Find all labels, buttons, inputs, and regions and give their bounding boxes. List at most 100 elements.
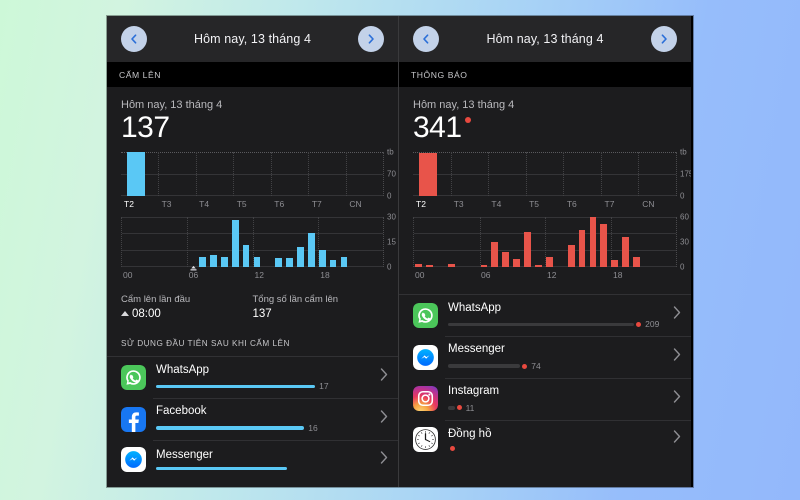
app-usage-marker xyxy=(636,321,642,327)
hourly-bar-cell xyxy=(253,217,264,267)
stat-value-text: 08:00 xyxy=(132,307,161,320)
x-tick-label: T2 xyxy=(416,198,426,209)
app-usage-track xyxy=(156,466,287,471)
chevron-right-icon[interactable] xyxy=(380,410,388,428)
stat-value-text: 137 xyxy=(252,307,272,320)
navigation-title: Hôm nay, 13 tháng 4 xyxy=(193,32,312,46)
x-tick-label: T6 xyxy=(566,198,577,209)
x-tick-label: 12 xyxy=(547,269,557,280)
hourly-bar-cell xyxy=(447,217,458,267)
x-tick-label: 18 xyxy=(613,269,623,280)
y-tick-label: 30 xyxy=(680,237,689,246)
stat-label: Cẩm lên lần đầu xyxy=(121,293,191,305)
x-tick-label: T4 xyxy=(199,198,210,209)
app-row[interactable]: Instagram 11 xyxy=(399,378,691,420)
x-tick-label: T4 xyxy=(491,198,502,209)
chevron-right-icon[interactable] xyxy=(673,390,681,408)
app-row[interactable]: WhatsApp 17 xyxy=(107,357,398,399)
notification-dot xyxy=(464,117,471,123)
hourly-bar xyxy=(307,233,315,267)
panel-body: Hôm nay, 13 tháng 4 137 tb 70 0 T2 T3 T4 T5 T6 T7 C… xyxy=(107,87,398,487)
hourly-bar-cell xyxy=(654,217,665,267)
chevron-right-icon[interactable] xyxy=(651,26,677,52)
x-tick-label: 00 xyxy=(415,269,425,280)
chevron-left-icon[interactable] xyxy=(121,26,147,52)
app-row[interactable]: Messenger xyxy=(107,440,398,479)
hourly-bar-cell xyxy=(144,217,155,267)
navigation-bar: Hôm nay, 13 tháng 4 xyxy=(399,16,691,62)
app-row-main: WhatsApp 17 xyxy=(156,364,374,391)
hourly-bar-cell xyxy=(263,217,274,267)
hourly-bar-cell xyxy=(643,217,654,267)
chevron-right-icon[interactable] xyxy=(673,348,681,366)
x-tick-label: 18 xyxy=(320,269,330,280)
weekly-chart-grid: tb 175 0 xyxy=(413,147,691,200)
y-tick-label: tb xyxy=(387,147,394,156)
facebook-icon xyxy=(121,406,146,432)
hourly-x-labels: 00 06 12 18 xyxy=(413,270,677,282)
hourly-x-labels: 00 06 12 18 xyxy=(121,270,384,282)
hourly-chart-grid: 60 30 0 xyxy=(413,212,689,271)
day-label: Hôm nay, 13 tháng 4 xyxy=(121,99,223,111)
sub-section-header-label: SỬ DỤNG ĐẦU TIÊN SAU KHI CẤM LÊN xyxy=(121,338,290,348)
section-header: THÔNG BÁO xyxy=(399,62,691,87)
hourly-bar-cell xyxy=(274,217,285,267)
weekly-bar-cell xyxy=(233,152,270,196)
chevron-right-icon[interactable] xyxy=(380,368,388,386)
hourly-bar xyxy=(600,224,608,267)
chevron-right-icon[interactable] xyxy=(380,450,388,469)
hourly-bar-cell xyxy=(209,217,220,267)
weekly-chart: tb 70 0 T2 T3 T4 T5 T6 T7 CN xyxy=(121,147,396,209)
y-tick-label: 175 xyxy=(680,169,691,178)
weekly-bars xyxy=(413,152,676,196)
y-tick-label: 30 xyxy=(387,212,396,221)
messenger-icon xyxy=(121,447,146,473)
chevron-right-icon[interactable] xyxy=(673,306,681,324)
app-row[interactable]: Messenger 74 xyxy=(399,336,691,378)
hourly-bar-cell xyxy=(425,217,436,267)
weekly-y-labels: tb 70 0 xyxy=(383,147,398,200)
chevron-left-icon[interactable] xyxy=(413,26,439,52)
hourly-bar xyxy=(447,264,455,267)
hourly-bar-cell xyxy=(534,217,545,267)
app-usage-bar: 209 xyxy=(448,319,667,329)
app-name: WhatsApp xyxy=(448,301,502,314)
weekly-bar-cell xyxy=(196,152,233,196)
hourly-bar-cell xyxy=(190,217,209,270)
app-row[interactable]: Facebook 16 xyxy=(107,398,398,440)
section-header-label: CẤM LÊN xyxy=(119,69,162,80)
hourly-bar xyxy=(242,244,250,267)
app-usage-bar: 74 xyxy=(448,361,667,371)
chevron-right-icon[interactable] xyxy=(673,430,681,448)
app-usage-count: 17 xyxy=(319,381,329,392)
chevron-right-icon[interactable] xyxy=(358,26,384,52)
stats-row: Cẩm lên lần đầu 08:00 Tổng số lần cẩm lên 1… xyxy=(121,294,384,320)
hourly-bar-cell xyxy=(436,217,447,267)
app-usage-track xyxy=(156,426,305,430)
app-row-main: Đồng hồ xyxy=(448,428,667,451)
stat-column: Cẩm lên lần đầu 08:00 xyxy=(121,294,253,320)
hourly-bar-cell xyxy=(340,217,351,267)
app-row[interactable]: Đồng hồ xyxy=(399,419,691,459)
y-tick-label: 60 xyxy=(680,212,689,221)
app-usage-marker xyxy=(456,405,462,411)
x-tick-label: 12 xyxy=(254,269,264,280)
app-usage-count: 74 xyxy=(531,361,541,372)
section-header: CẤM LÊN xyxy=(107,62,398,87)
app-usage-bar: 17 xyxy=(156,381,374,391)
hourly-bar-cell xyxy=(512,217,523,267)
panel-body: Hôm nay, 13 tháng 4341 tb 175 0 T2 T3 T4 T5 T6 T7… xyxy=(399,87,691,487)
app-list: WhatsApp 17 Facebook 16 Messenger xyxy=(107,357,398,480)
y-tick-label: tb xyxy=(680,147,687,156)
app-usage-count: 209 xyxy=(645,319,660,330)
y-tick-label: 0 xyxy=(680,191,685,200)
screen-notifications: Hôm nay, 13 tháng 4 THÔNG BÁO Hôm nay, 13 … xyxy=(399,16,691,487)
hourly-bar-cell xyxy=(155,217,166,267)
app-row[interactable]: WhatsApp 209 xyxy=(399,295,691,337)
weekly-chart-grid: tb 70 0 xyxy=(121,147,396,200)
app-usage-bar xyxy=(448,445,667,451)
hourly-bar-cell xyxy=(632,217,643,267)
hourly-bar-cell xyxy=(307,217,318,267)
day-label: Hôm nay, 13 tháng 4 xyxy=(413,99,515,111)
weekly-bar-cell xyxy=(488,152,526,196)
